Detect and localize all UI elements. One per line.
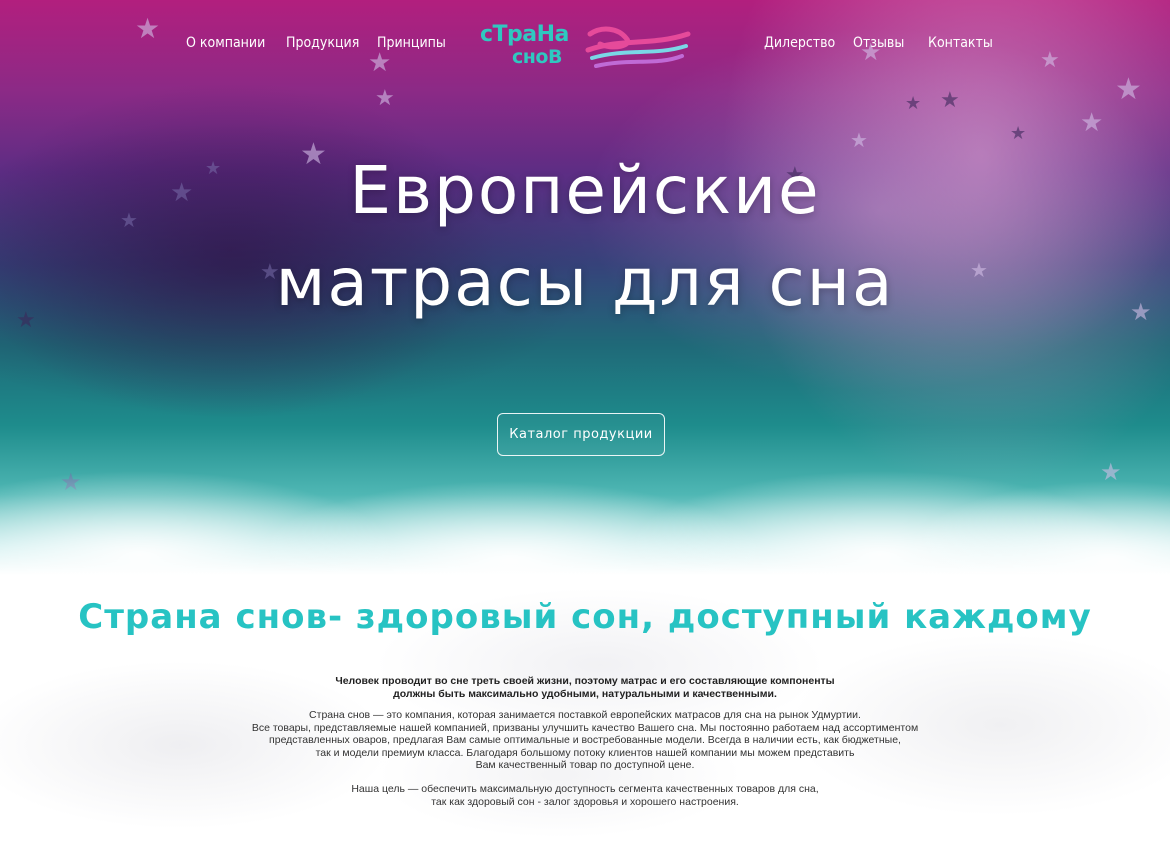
- nav-link-products[interactable]: Продукция: [286, 35, 359, 51]
- star-icon: ★: [368, 48, 392, 78]
- logo[interactable]: сТраНа снoВ: [474, 22, 694, 78]
- hero-title: Европейские матрасы для сна: [0, 145, 1170, 329]
- logo-swoosh-icon: [585, 26, 691, 68]
- about-intro: Человек проводит во сне треть своей жизн…: [0, 675, 1170, 701]
- about-intro-line: Человек проводит во сне треть своей жизн…: [335, 675, 835, 687]
- logo-text-line2: снoВ: [512, 46, 562, 68]
- star-icon: ★: [135, 12, 161, 45]
- star-icon: ★: [1115, 72, 1142, 107]
- about-paragraph-line: так как здоровый сон - залог здоровья и …: [431, 795, 739, 808]
- star-icon: ★: [1080, 108, 1104, 138]
- about-paragraph-line: Наша цель — обеспечить максимальную дост…: [351, 783, 819, 795]
- about-paragraph-line: Все товары, представляемые нашей компани…: [251, 721, 919, 734]
- star-icon: ★: [1010, 123, 1027, 144]
- star-icon: ★: [375, 86, 395, 111]
- about-paragraph-line: Страна снов — это компания, которая зани…: [309, 709, 861, 721]
- logo-text-line1: сТраНа: [480, 22, 569, 47]
- star-icon: ★: [1040, 48, 1060, 73]
- star-icon: ★: [940, 88, 960, 113]
- nav-link-about[interactable]: О компании: [186, 35, 265, 51]
- hero-title-line2: матрасы для сна: [275, 244, 895, 321]
- about-paragraph-line: Вам качественный товар по доступной цене…: [475, 759, 695, 771]
- nav-link-dealership[interactable]: Дилерство: [764, 35, 835, 51]
- about-title: Страна снов- здоровый сон, доступный каж…: [78, 597, 1092, 637]
- about-section: Страна снов- здоровый сон, доступный каж…: [0, 515, 1170, 863]
- hero-title-line1: Европейские: [349, 152, 821, 229]
- nav-link-principles[interactable]: Принципы: [377, 35, 446, 51]
- about-intro-line: должны быть максимально удобными, натура…: [393, 688, 777, 700]
- nav-link-reviews[interactable]: Отзывы: [853, 35, 904, 51]
- star-icon: ★: [905, 93, 922, 114]
- hero-banner: ★ ★ ★ ★ ★ ★ ★ ★ ★ ★ ★ ★ ★ ★ ★ ★ ★ ★ ★ ★ …: [0, 0, 1170, 575]
- catalog-button[interactable]: Каталог продукции: [497, 413, 665, 456]
- about-paragraph-line: представленных оваров, предлагая Вам сам…: [269, 734, 901, 746]
- about-paragraph-line: так и модели премиум класса. Благодаря б…: [315, 746, 855, 759]
- about-paragraph-1: Страна снов — это компания, которая зани…: [0, 709, 1170, 772]
- about-paragraph-2: Наша цель — обеспечить максимальную дост…: [0, 783, 1170, 808]
- nav-link-contacts[interactable]: Контакты: [928, 35, 993, 51]
